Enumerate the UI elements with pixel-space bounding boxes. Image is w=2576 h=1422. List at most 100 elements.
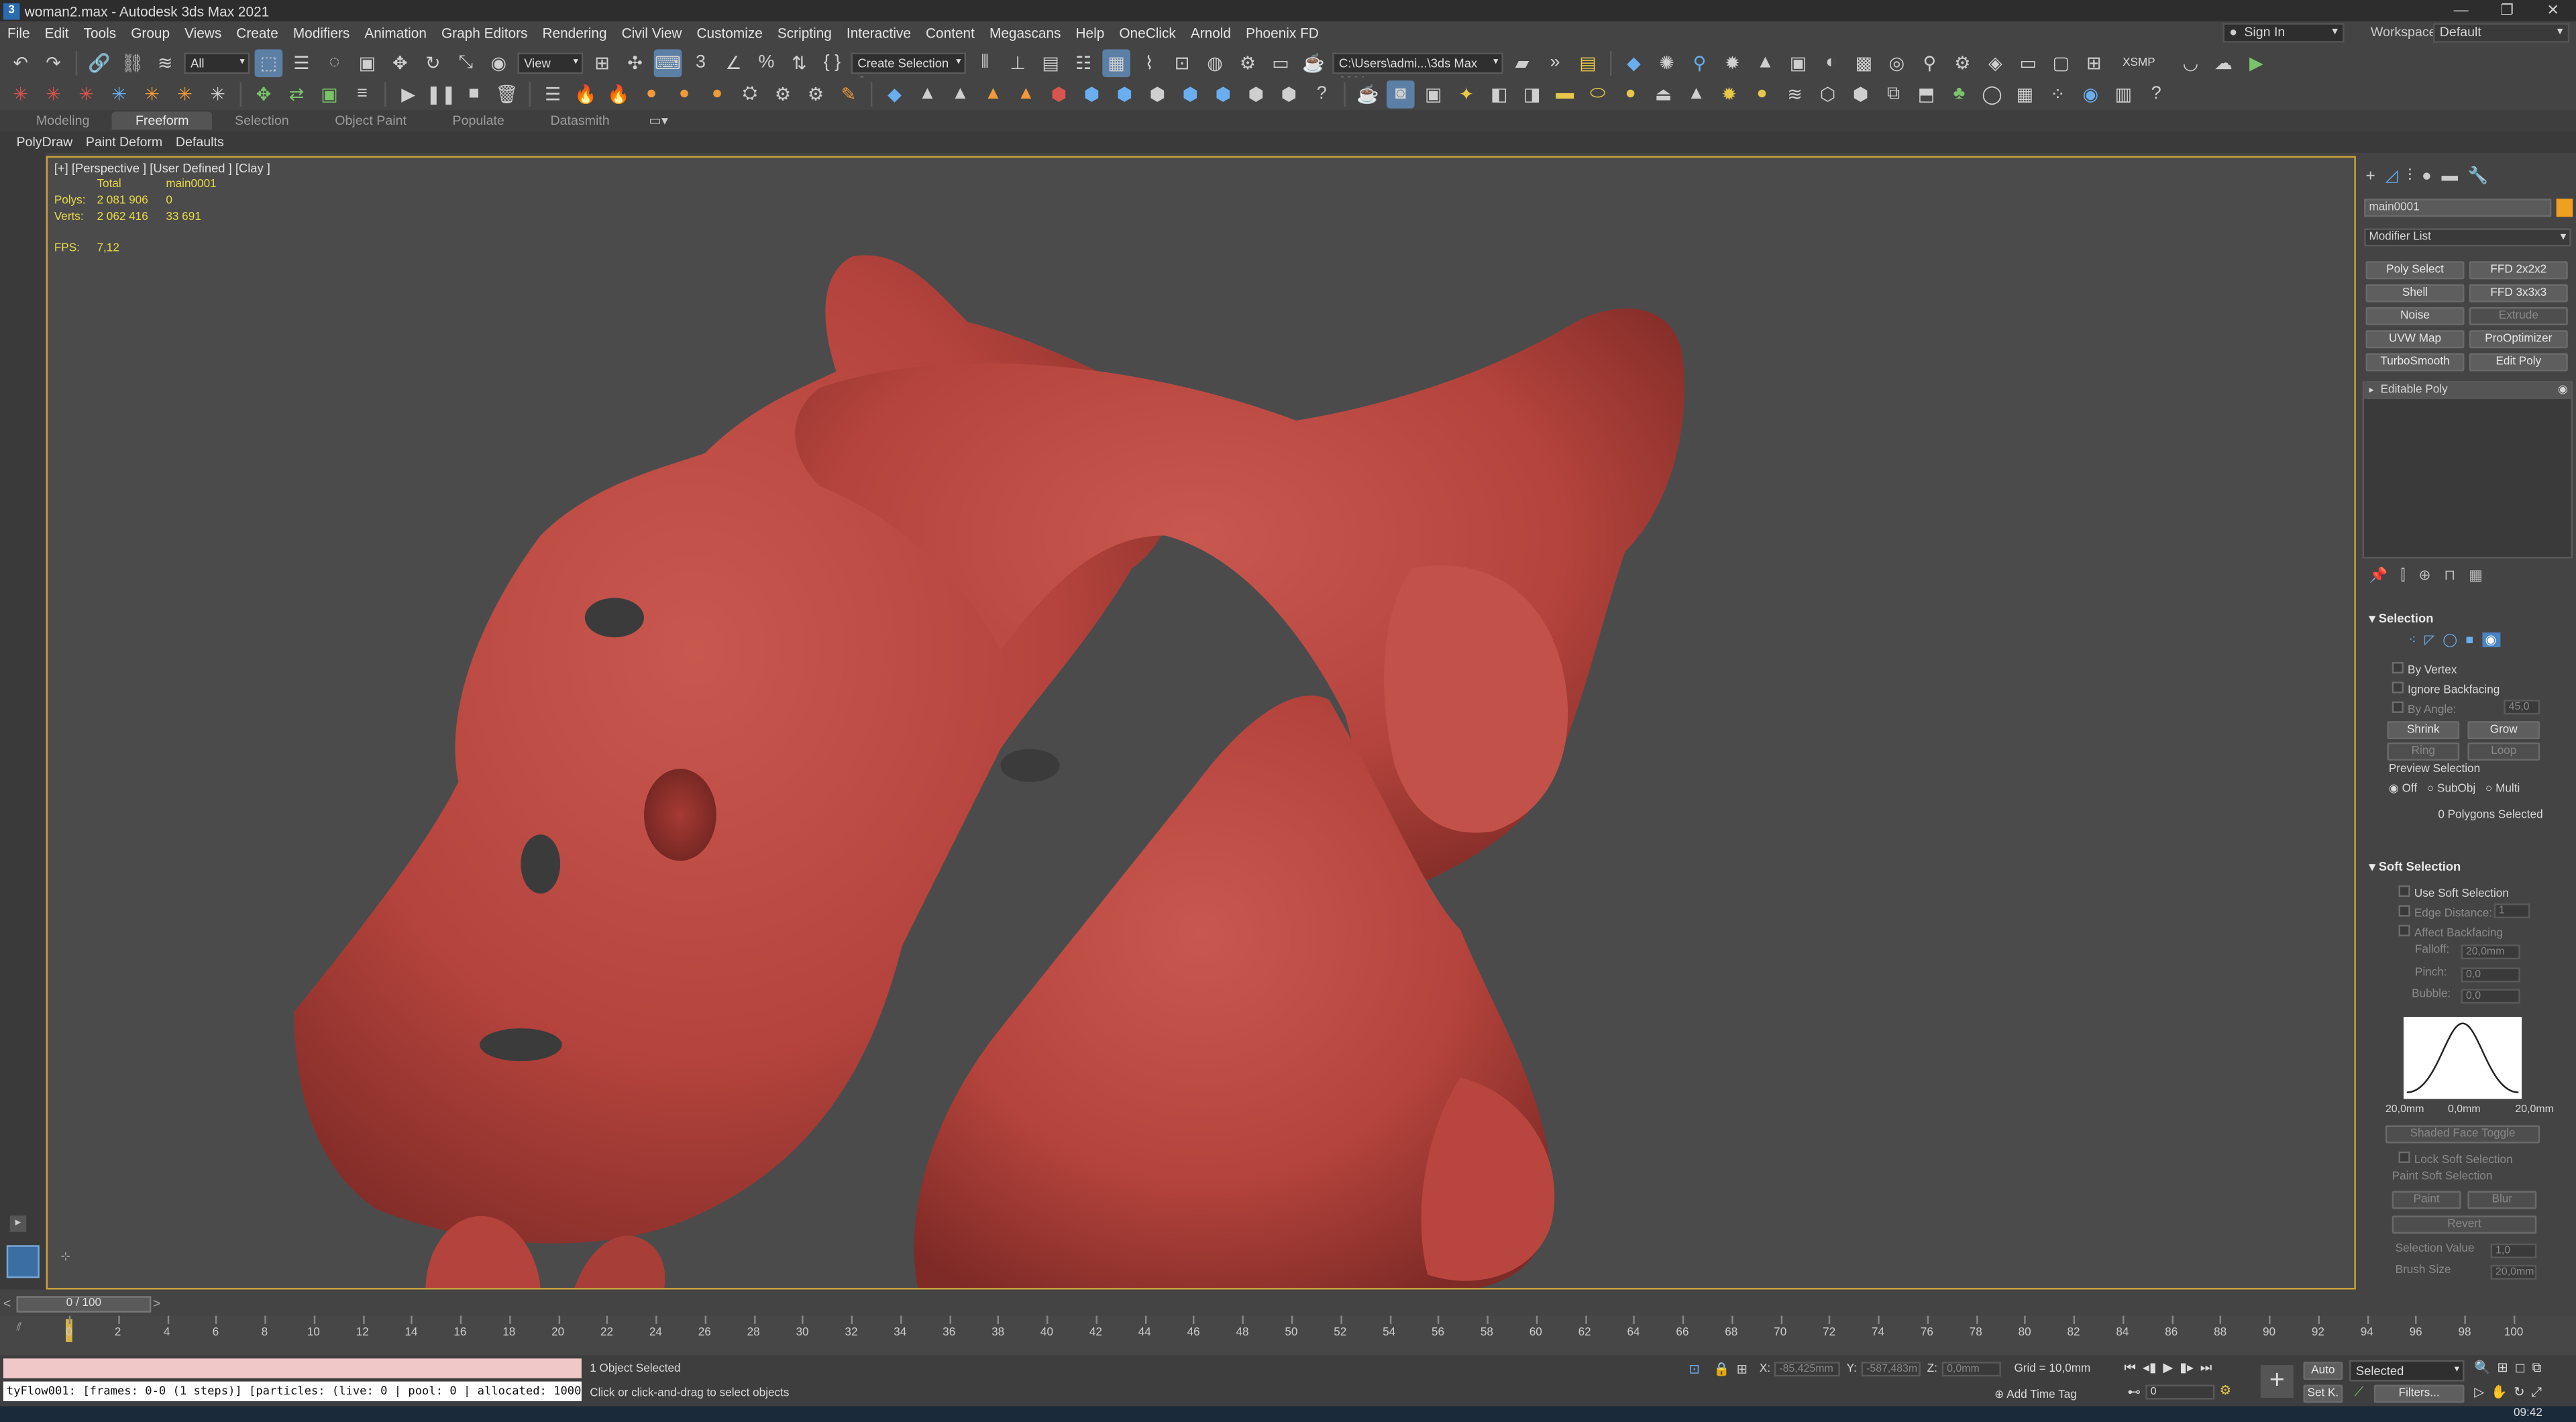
tab-modeling[interactable]: Modeling — [13, 112, 113, 130]
subtab-polydraw[interactable]: PolyDraw — [10, 135, 79, 150]
zoom-extents-icon[interactable]: ◻ — [2515, 1360, 2526, 1376]
orbit-icon[interactable]: ↻ — [2514, 1385, 2524, 1401]
vray-scatter-icon[interactable]: ⁘ — [2044, 80, 2072, 108]
vray-sphere-icon[interactable]: ◉ — [2077, 80, 2105, 108]
xsmp-play-icon[interactable]: ▶ — [2243, 48, 2271, 76]
lock-soft-selection-row[interactable]: Lock Soft Selection — [2398, 1150, 2513, 1166]
menu-content[interactable]: Content — [918, 25, 982, 41]
tyflow-icon-7[interactable]: ✳ — [204, 80, 232, 108]
vray-plane-light-icon[interactable]: ▬ — [1551, 80, 1579, 108]
prooptimizer-button[interactable]: ProOptimizer — [2469, 330, 2568, 349]
eye-icon[interactable]: ◉ — [2558, 383, 2568, 399]
key-filter-dropdown[interactable]: Selected ▾ — [2349, 1360, 2465, 1382]
phoenix-liquid-icon-9[interactable]: ⬢ — [1144, 80, 1172, 108]
transform-icon-2[interactable]: ⇄ — [282, 80, 311, 108]
phoenix-tool-icon-3[interactable]: ⚙ — [802, 80, 830, 108]
unlink-icon[interactable]: ⛓ — [118, 48, 146, 76]
listener-icon[interactable]: ☰ — [539, 80, 567, 108]
menu-megascans[interactable]: Megascans — [982, 25, 1068, 41]
ring-button[interactable]: Ring — [2387, 742, 2460, 761]
vray-teapot-icon[interactable]: ☕ — [1354, 80, 1382, 108]
filters-button[interactable]: Filters... — [2373, 1384, 2465, 1403]
transform-icon-3[interactable]: ▣ — [315, 80, 343, 108]
vray-mesh-icon[interactable]: ⬢ — [1847, 80, 1875, 108]
mirror-icon[interactable]: ⫴ — [971, 48, 999, 76]
close-button[interactable]: ✕ — [2530, 0, 2576, 21]
arnold-window-icon[interactable]: ▭ — [2014, 48, 2042, 76]
phoenix-liquid-icon-6[interactable]: ⬢ — [1045, 80, 1073, 108]
phoenix-fire-icon-5[interactable]: ● — [703, 80, 731, 108]
menu-create[interactable]: Create — [229, 25, 286, 41]
subtab-defaults[interactable]: Defaults — [169, 135, 230, 150]
pin-stack-icon[interactable]: 📌 — [2369, 567, 2387, 585]
project-folder-icon[interactable]: ▰ — [1508, 48, 1536, 76]
track-bar[interactable]: ⫽ 0 2 4 6 8 10 12 14 16 18 20 22 24 26 28 30 32 34 36 38 40 4… — [0, 1315, 2576, 1356]
vray-sphere-light-icon[interactable]: ● — [1617, 80, 1645, 108]
menu-graph-editors[interactable]: Graph Editors — [434, 25, 535, 41]
pivot-center-icon[interactable]: ⊞ — [588, 48, 616, 76]
modify-tab-icon[interactable]: ◿ — [2385, 168, 2398, 186]
expand-arrow-icon[interactable]: ▸ — [2369, 383, 2373, 399]
vray-light-icon-1[interactable]: ✦ — [1452, 80, 1481, 108]
by-angle-row[interactable]: By Angle: — [2392, 700, 2456, 716]
play-icon[interactable]: ▶ — [394, 80, 423, 108]
pause-icon[interactable]: ❚❚ — [426, 80, 456, 108]
hierarchy-tab-icon[interactable]: ⫶ — [2408, 168, 2412, 186]
shaded-face-toggle-button[interactable]: Shaded Face Toggle — [2385, 1125, 2540, 1144]
toggle-layer-explorer-icon[interactable]: ☷ — [1069, 48, 1097, 76]
arnold-settings-icon[interactable]: ⚙ — [1949, 48, 1977, 76]
menu-phoenix-fd[interactable]: Phoenix FD — [1238, 25, 1326, 41]
workspace-select[interactable]: Default ▾ — [2432, 23, 2570, 43]
menu-help[interactable]: Help — [1068, 25, 1112, 41]
tab-datasmith[interactable]: Datasmith — [527, 112, 633, 130]
more-tools-icon[interactable]: » — [1541, 48, 1569, 76]
preview-subobj-radio[interactable]: ○ SubObj — [2427, 783, 2475, 794]
tab-selection[interactable]: Selection — [212, 112, 312, 130]
noise-button[interactable]: Noise — [2365, 307, 2465, 325]
bubble-spinner[interactable]: 0,0 — [2461, 989, 2520, 1004]
affect-backfacing-row[interactable]: Affect Backfacing — [2398, 923, 2503, 940]
menu-scripting[interactable]: Scripting — [770, 25, 839, 41]
vray-dome-light-icon[interactable]: ⬭ — [1584, 80, 1612, 108]
arnold-light-icon[interactable]: ✺ — [1653, 48, 1681, 76]
vray-render-icon[interactable]: ◙ — [1386, 79, 1415, 108]
ffd-3x3x3-button[interactable]: FFD 3x3x3 — [2469, 284, 2568, 303]
phoenix-liquid-icon-12[interactable]: ⬢ — [1242, 80, 1270, 108]
key-mode-icon[interactable]: ⊷ — [2127, 1385, 2141, 1400]
zoom-all-icon[interactable]: ⊞ — [2497, 1360, 2508, 1376]
arnold-render-icon[interactable]: ◆ — [1620, 48, 1648, 76]
revert-button[interactable]: Revert — [2392, 1215, 2537, 1234]
lock-soft-selection-checkbox[interactable] — [2398, 1151, 2410, 1163]
affect-backfacing-checkbox[interactable] — [2398, 924, 2410, 936]
selection-value-spinner[interactable]: 1,0 — [2490, 1243, 2537, 1258]
time-slider[interactable]: < 0 / 100 > — [0, 1293, 2576, 1316]
xsmp-cloud-icon[interactable]: ☁ — [2210, 48, 2238, 76]
render-setup-icon[interactable]: ⚙ — [1234, 48, 1262, 76]
expand-layout-icon[interactable]: ▸ — [9, 1215, 27, 1232]
by-angle-checkbox[interactable] — [2392, 701, 2404, 713]
vray-sun-icon[interactable]: ✹ — [1715, 80, 1743, 108]
make-unique-icon[interactable]: ⊕ — [2418, 567, 2430, 585]
z-coord-field[interactable]: 0,0mm — [1941, 1362, 2001, 1377]
select-by-name-icon[interactable]: ☰ — [288, 48, 316, 76]
selection-region-icon[interactable]: ◌ — [321, 48, 349, 76]
ffd-2x2x2-button[interactable]: FFD 2x2x2 — [2469, 261, 2568, 280]
configure-sets-icon[interactable]: ▦ — [2469, 567, 2483, 585]
select-object-icon[interactable]: ⬚ — [254, 48, 283, 76]
sculpture-model[interactable] — [48, 158, 2356, 1289]
selection-filter-dropdown[interactable]: All ▾ — [184, 52, 250, 73]
play-animation-icon[interactable]: ▶ — [2163, 1360, 2173, 1376]
render-production-icon[interactable]: ☕ — [1299, 48, 1328, 76]
tab-object-paint[interactable]: Object Paint — [312, 112, 429, 130]
tyflow-icon-3[interactable]: ✳ — [72, 80, 101, 108]
tyflow-icon-2[interactable]: ✳ — [40, 80, 68, 108]
object-color-swatch[interactable] — [2556, 199, 2573, 217]
arnold-camera-icon[interactable]: ◎ — [1883, 48, 1911, 76]
shrink-button[interactable]: Shrink — [2387, 721, 2460, 740]
window-crossing-icon[interactable]: ▣ — [354, 48, 382, 76]
tyflow-icon-4[interactable]: ✳ — [105, 80, 133, 108]
transform-icon-1[interactable]: ✥ — [250, 80, 278, 108]
vray-clipper-icon[interactable]: ⧉ — [1880, 80, 1908, 108]
arnold-viewport-icon[interactable]: ⊞ — [2080, 48, 2108, 76]
tyflow-icon-5[interactable]: ✳ — [138, 80, 166, 108]
